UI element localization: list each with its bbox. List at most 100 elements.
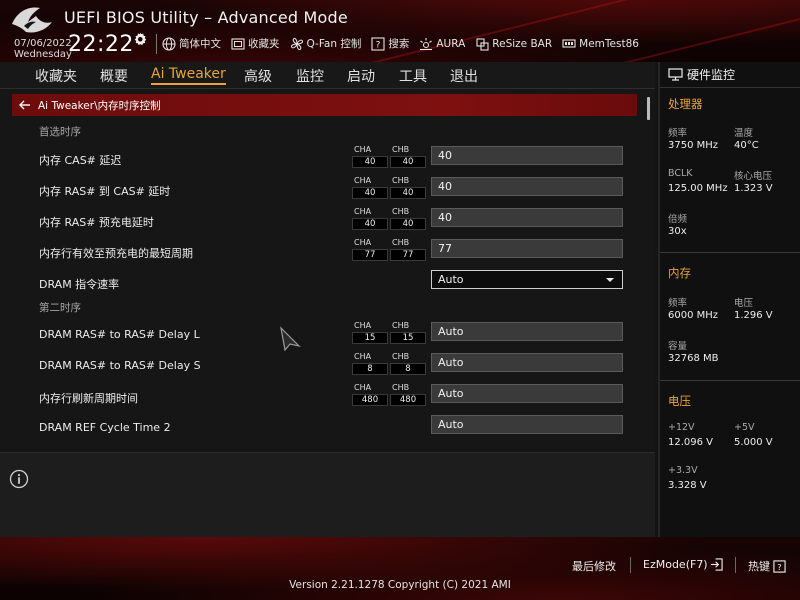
back-arrow-icon[interactable] <box>18 98 32 112</box>
monitor-divider <box>660 380 800 381</box>
channel-b-label: CHB <box>392 383 410 392</box>
channel-a: CHA 40 <box>352 176 388 199</box>
setting-label: DRAM 指令速率 <box>39 278 120 291</box>
channel-a-label: CHA <box>354 176 372 185</box>
setting-row-ras-active-time: 内存行有效至预充电的最短周期 CHA 77 CHB 77 77 <box>0 237 640 267</box>
channel-b: CHB 77 <box>390 238 426 261</box>
channel-b-value: 77 <box>390 249 426 261</box>
channel-a: CHA 15 <box>352 321 388 344</box>
footer-divider <box>630 557 631 573</box>
setting-label: 内存 CAS# 延迟 <box>39 154 122 167</box>
header-decoration <box>335 0 745 62</box>
ras-to-cas-input[interactable]: 40 <box>431 177 623 196</box>
rrd-s-input[interactable]: Auto <box>431 353 623 372</box>
mem-volt-value: 1.296 V <box>734 310 773 321</box>
channel-a: CHA 77 <box>352 238 388 261</box>
v5-value: 5.000 V <box>734 437 773 448</box>
memory-section-title: 内存 <box>668 266 691 280</box>
chevron-down-icon <box>606 278 614 282</box>
tab-main[interactable]: 概要 <box>100 66 128 86</box>
language-button[interactable]: 简体中文 <box>162 36 221 51</box>
rrd-l-input[interactable]: Auto <box>431 322 623 341</box>
setting-label: 内存行有效至预充电的最短周期 <box>39 247 193 260</box>
command-rate-select[interactable]: Auto <box>431 270 623 289</box>
channel-b: CHB 40 <box>390 207 426 230</box>
channel-b-label: CHB <box>392 207 410 216</box>
channel-b: CHB 8 <box>390 352 426 375</box>
ratio-label: 倍频 <box>668 214 688 225</box>
breadcrumb-bar: Ai Tweaker\内存时序控制 <box>12 94 637 116</box>
cpu-freq-value: 3750 MHz <box>668 140 719 151</box>
scrollbar-thumb[interactable] <box>647 97 650 120</box>
aura-icon <box>420 37 433 50</box>
channel-b-label: CHB <box>392 176 410 185</box>
info-icon <box>9 469 29 489</box>
ras-active-time-input[interactable]: 77 <box>431 239 623 258</box>
help-info-area <box>0 452 655 537</box>
header: UEFI BIOS Utility – Advanced Mode 07/06/… <box>0 0 800 62</box>
cpu-temp-label: 温度 <box>734 128 754 139</box>
header-decoration <box>475 0 800 62</box>
refresh-cycle-input[interactable]: Auto <box>431 384 623 403</box>
memtest-button[interactable]: MemTest86 <box>562 37 639 51</box>
channel-b: CHB 15 <box>390 321 426 344</box>
fan-icon <box>290 37 303 50</box>
cpu-freq-label: 频率 <box>668 128 688 139</box>
language-label: 简体中文 <box>179 38 221 50</box>
section-secondary-timings: 第二时序 <box>39 302 81 314</box>
setting-label: DRAM RAS# to RAS# Delay S <box>39 359 201 372</box>
cas-latency-input[interactable]: 40 <box>431 146 623 165</box>
mouse-cursor-icon <box>280 326 301 352</box>
channel-b-value: 8 <box>390 363 426 375</box>
setting-row-command-rate: DRAM 指令速率 Auto <box>0 268 640 298</box>
v33-value: 3.328 V <box>668 480 707 491</box>
qfan-label: Q-Fan 控制 <box>306 38 362 50</box>
setting-label: DRAM RAS# to RAS# Delay L <box>39 328 200 341</box>
footer: 最后修改 EzMode(F7) 热键 ? Version 2.21.1278 C… <box>0 537 800 600</box>
setting-row-refresh-cycle: 内存行刷新周期时间 CHA 480 CHB 480 Auto <box>0 382 640 412</box>
monitor-divider <box>660 252 800 253</box>
favorites-icon <box>231 37 245 50</box>
voltage-section-title: 电压 <box>668 394 691 408</box>
setting-row-ref-cycle-2: DRAM REF Cycle Time 2 Auto <box>0 413 640 443</box>
resize-bar-button[interactable]: ReSize BAR <box>475 37 552 51</box>
cpu-temp-value: 40°C <box>734 140 759 151</box>
header-divider <box>156 34 157 54</box>
channel-b-value: 40 <box>390 218 426 230</box>
aura-button[interactable]: AURA <box>419 37 465 51</box>
mem-freq-value: 6000 MHz <box>668 310 719 321</box>
favorites-button[interactable]: 收藏夹 <box>231 36 280 51</box>
breadcrumb: Ai Tweaker\内存时序控制 <box>38 99 161 112</box>
tab-favorites[interactable]: 收藏夹 <box>35 66 77 86</box>
channel-a-value: 8 <box>352 363 388 375</box>
tab-advanced[interactable]: 高级 <box>244 66 272 86</box>
tab-tool[interactable]: 工具 <box>399 66 427 86</box>
ratio-value: 30x <box>668 226 687 237</box>
channel-a: CHA 40 <box>352 145 388 168</box>
qfan-button[interactable]: Q-Fan 控制 <box>290 36 362 51</box>
channel-a-value: 480 <box>352 394 388 406</box>
exit-to-ezmode-icon <box>710 558 723 571</box>
search-button[interactable]: ? 搜索 <box>371 36 409 51</box>
v5-label: +5V <box>734 422 755 433</box>
app-title: UEFI BIOS Utility – Advanced Mode <box>64 8 348 27</box>
date-text: 07/06/2022 <box>14 38 72 49</box>
bclk-label: BCLK <box>668 168 693 179</box>
monitor-title: 硬件监控 <box>687 68 736 82</box>
gear-icon[interactable] <box>133 32 147 46</box>
tab-ai-tweaker[interactable]: Ai Tweaker <box>151 66 226 85</box>
tab-monitor[interactable]: 监控 <box>296 66 324 86</box>
setting-row-cas-latency: 内存 CAS# 延迟 CHA 40 CHB 40 40 <box>0 144 640 174</box>
last-modified-button[interactable]: 最后修改 <box>572 558 616 574</box>
ref-cycle-2-input[interactable]: Auto <box>431 415 623 434</box>
vcore-value: 1.323 V <box>734 183 773 194</box>
hotkeys-button[interactable]: 热键 ? <box>748 558 786 574</box>
tab-exit[interactable]: 退出 <box>450 66 478 86</box>
ezmode-button[interactable]: EzMode(F7) <box>643 558 723 571</box>
tab-boot[interactable]: 启动 <box>347 66 375 86</box>
clock: 22:22 <box>68 32 134 57</box>
channel-a-label: CHA <box>354 321 372 330</box>
setting-row-ras-precharge: 内存 RAS# 预充电延时 CHA 40 CHB 40 40 <box>0 206 640 236</box>
ras-precharge-input[interactable]: 40 <box>431 208 623 227</box>
channel-b-label: CHB <box>392 352 410 361</box>
